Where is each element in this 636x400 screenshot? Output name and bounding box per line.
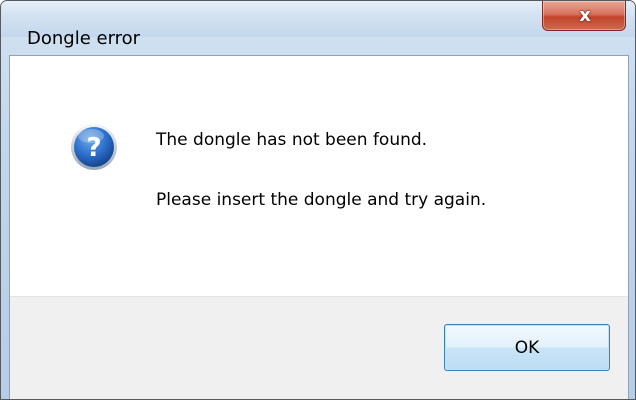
svg-text:?: ? <box>86 133 101 163</box>
dialog-client-area: ? The dongle has not been found. Please … <box>9 55 629 399</box>
message-line-1: The dongle has not been found. <box>156 130 428 150</box>
dialog-window: Dongle error x ? The dongle has not been… <box>0 0 636 400</box>
window-title: Dongle error <box>27 28 141 49</box>
title-bar[interactable]: Dongle error x <box>1 1 635 49</box>
ok-button[interactable]: OK <box>444 324 610 371</box>
close-icon: x <box>579 5 591 26</box>
close-button[interactable]: x <box>542 1 626 31</box>
button-bar: OK <box>10 296 628 399</box>
message-line-2: Please insert the dongle and try again. <box>156 190 487 210</box>
message-area: ? The dongle has not been found. Please … <box>10 56 628 296</box>
question-icon: ? <box>71 124 117 170</box>
